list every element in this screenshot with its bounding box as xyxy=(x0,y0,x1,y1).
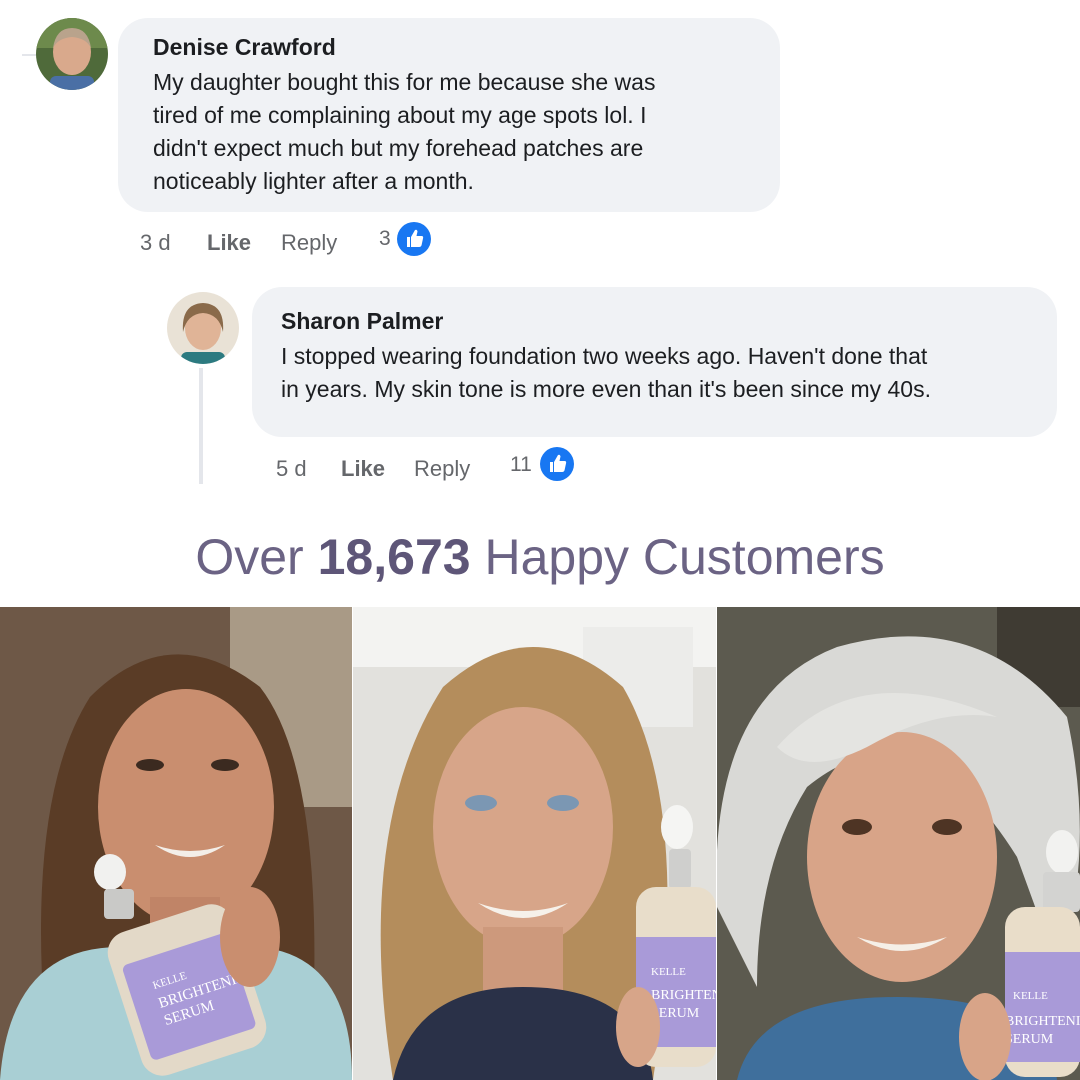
reaction-count[interactable]: 3 xyxy=(379,227,391,251)
product-label: BRIGHTENIN xyxy=(651,988,716,1003)
avatar[interactable] xyxy=(167,292,239,364)
comment-timestamp[interactable]: 3 d xyxy=(140,230,171,256)
comment-text-line: tired of me complaining about my age spo… xyxy=(153,102,647,128)
headline-prefix: Over xyxy=(195,529,304,585)
brand-label: KELLE xyxy=(1013,990,1048,1002)
comment-author[interactable]: Denise Crawford xyxy=(153,34,336,61)
thread-line xyxy=(22,54,36,56)
comment-text-line: I stopped wearing foundation two weeks a… xyxy=(281,343,928,369)
reply-button[interactable]: Reply xyxy=(414,456,470,482)
thumbs-up-icon[interactable] xyxy=(540,447,574,481)
reply-thread-line xyxy=(199,368,203,484)
customer-count-headline: Over 18,673 Happy Customers xyxy=(0,528,1080,586)
like-button[interactable]: Like xyxy=(341,456,385,482)
customer-photo: BRIGHTENING SERUM KELLE xyxy=(0,607,352,1080)
comment-text-line: in years. My skin tone is more even than… xyxy=(281,376,931,402)
reply-button[interactable]: Reply xyxy=(281,230,337,256)
like-button[interactable]: Like xyxy=(207,230,251,256)
reaction-count[interactable]: 11 xyxy=(510,453,532,477)
customer-photo: KELLE BRIGHTENING SERUM xyxy=(717,607,1080,1080)
customer-count: 18,673 xyxy=(317,529,471,585)
comment-author[interactable]: Sharon Palmer xyxy=(281,308,443,335)
comment-text-line: My daughter bought this for me because s… xyxy=(153,69,656,95)
product-label: SERUM xyxy=(1005,1032,1054,1047)
headline-suffix: Happy Customers xyxy=(484,529,885,585)
product-label: BRIGHTENING xyxy=(1005,1014,1080,1029)
comment-text-line: didn't expect much but my forehead patch… xyxy=(153,135,644,161)
comment-text-line: noticeably lighter after a month. xyxy=(153,168,474,194)
thumbs-up-icon[interactable] xyxy=(397,222,431,256)
comment-timestamp[interactable]: 5 d xyxy=(276,456,307,482)
comment-text: My daughter bought this for me because s… xyxy=(153,66,655,198)
brand-label: KELLE xyxy=(651,966,686,978)
comment-text: I stopped wearing foundation two weeks a… xyxy=(281,340,931,406)
customer-photo: KELLE BRIGHTENIN SERUM xyxy=(353,607,716,1080)
avatar[interactable] xyxy=(36,18,108,90)
